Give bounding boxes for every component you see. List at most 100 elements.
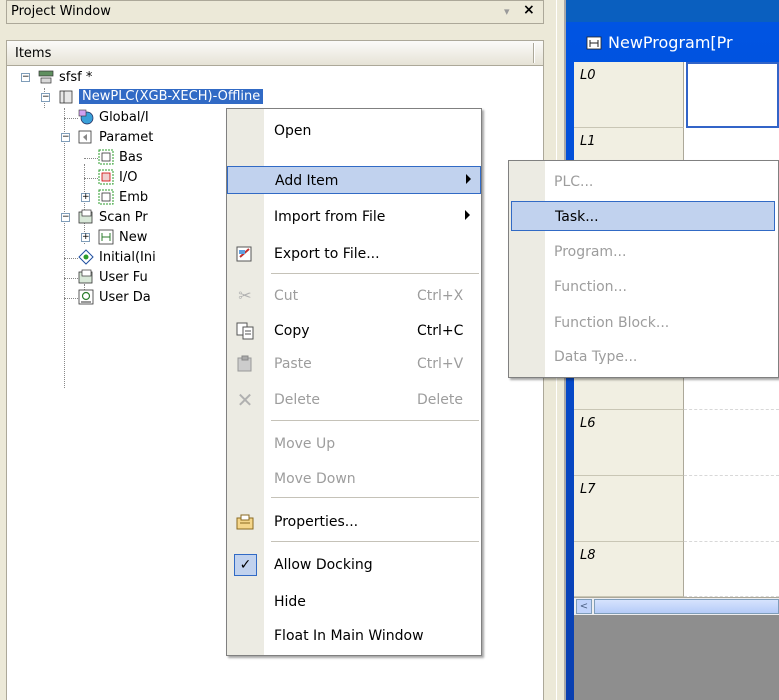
menu-label: Paste (274, 356, 312, 372)
menu-item-float-in-main-window[interactable]: Float In Main Window (227, 622, 481, 650)
collapse-icon[interactable]: − (61, 133, 70, 142)
menu-label: Move Down (274, 471, 356, 487)
tree-label: Global/I (99, 110, 149, 125)
tree-label: Initial(Ini (99, 250, 156, 265)
menu-label: Float In Main Window (274, 628, 424, 644)
editor-empty-area (574, 615, 779, 700)
scroll-left-button[interactable]: < (576, 599, 592, 614)
delete-icon: ✕ (236, 388, 254, 412)
menu-label: Function Block... (554, 315, 670, 331)
export-file-icon (236, 246, 252, 262)
tree-line (84, 178, 98, 179)
menu-item-open[interactable]: Open (227, 117, 481, 145)
line-number: L0 (574, 62, 684, 128)
embedded-param-icon (98, 189, 114, 205)
plc-icon (59, 90, 73, 104)
submenu-item-function-block[interactable]: Function Block... (511, 308, 775, 338)
horizontal-scrollbar[interactable]: < (574, 597, 779, 615)
menu-label: Export to File... (274, 246, 380, 262)
menu-item-properties[interactable]: Properties... (227, 508, 481, 536)
items-column-header[interactable]: Items (6, 40, 544, 66)
collapse-icon[interactable]: − (21, 73, 30, 82)
scroll-thumb[interactable] (594, 599, 779, 614)
menu-label: Copy (274, 323, 310, 339)
checkmark-icon: ✓ (234, 554, 257, 576)
menu-item-move-up[interactable]: Move Up (227, 430, 481, 458)
menu-shortcut: Ctrl+X (417, 288, 464, 304)
submenu-item-plc[interactable]: PLC... (511, 167, 775, 197)
add-item-submenu: PLC... Task... Program... Function... Fu… (508, 160, 779, 378)
pin-dropdown-icon[interactable]: ▾ (504, 5, 510, 18)
tree-label: Paramet (99, 130, 154, 145)
menu-label: Hide (274, 594, 306, 610)
submenu-item-program[interactable]: Program... (511, 237, 775, 267)
submenu-item-task[interactable]: Task... (511, 201, 775, 231)
tree-line (64, 278, 78, 279)
user-function-icon (78, 269, 93, 284)
menu-item-copy[interactable]: Copy Ctrl+C (227, 317, 481, 345)
expand-icon[interactable]: + (81, 193, 90, 202)
globe-icon (78, 109, 94, 125)
menu-item-export-to-file[interactable]: Export to File... (227, 240, 481, 268)
line-number: L7 (574, 476, 684, 542)
menu-separator (271, 273, 479, 274)
program-editor-icon (586, 36, 602, 50)
menu-item-paste[interactable]: Paste Ctrl+V (227, 350, 481, 378)
tree-label: User Fu (99, 270, 148, 285)
items-header-label: Items (15, 46, 52, 61)
ladder-cursor[interactable] (686, 62, 779, 128)
menu-label: Move Up (274, 436, 336, 452)
menu-item-allow-docking[interactable]: ✓ Allow Docking (227, 551, 481, 579)
menu-label: Allow Docking (274, 557, 373, 573)
menu-item-hide[interactable]: Hide (227, 588, 481, 616)
ladder-program-icon (98, 229, 114, 245)
menu-separator (271, 497, 479, 498)
submenu-item-data-type[interactable]: Data Type... (511, 342, 775, 372)
ladder-row[interactable] (684, 542, 779, 597)
close-icon[interactable]: × (523, 2, 535, 18)
menu-label: Open (274, 123, 312, 139)
tree-label-selected: NewPLC(XGB-XECH)-Offline (79, 89, 264, 104)
tree-line (64, 298, 78, 299)
column-separator[interactable] (533, 43, 535, 63)
submenu-item-function[interactable]: Function... (511, 272, 775, 302)
expand-icon[interactable]: + (81, 233, 90, 242)
menu-item-cut[interactable]: ✂ Cut Ctrl+X (227, 282, 481, 310)
collapse-icon[interactable]: − (61, 213, 70, 222)
menu-item-add-item[interactable]: Add Item (227, 166, 481, 194)
submenu-arrow-icon (465, 210, 470, 220)
tree-line (64, 118, 78, 119)
menu-shortcut: Ctrl+V (417, 356, 464, 372)
tree-line (64, 258, 78, 259)
menu-label: Delete (274, 392, 320, 408)
menu-item-delete[interactable]: ✕ Delete Delete (227, 386, 481, 414)
tree-label: Bas (119, 150, 143, 165)
menu-label: Task... (555, 209, 599, 225)
ladder-row[interactable] (684, 410, 779, 476)
menu-label: Import from File (274, 209, 386, 225)
tree-label: Scan Pr (99, 210, 148, 225)
line-number: L6 (574, 410, 684, 476)
menu-item-move-down[interactable]: Move Down (227, 465, 481, 493)
ladder-row[interactable] (684, 476, 779, 542)
menu-shortcut: Delete (417, 392, 463, 408)
paste-icon (237, 355, 252, 372)
line-number: L8 (574, 542, 684, 597)
tree-label: New (119, 230, 148, 245)
basic-param-icon (98, 149, 114, 165)
scan-program-icon (78, 209, 93, 224)
menu-label: Data Type... (554, 349, 638, 365)
collapse-icon[interactable]: − (41, 93, 50, 102)
menu-label: Add Item (275, 173, 339, 189)
menu-separator (271, 541, 479, 542)
project-icon (38, 70, 54, 84)
menu-label: Properties... (274, 514, 359, 530)
menu-label: PLC... (554, 174, 594, 190)
cut-icon: ✂ (238, 286, 252, 305)
tree-label: User Da (99, 290, 151, 305)
context-menu: Open Add Item Import from File Export to… (226, 108, 482, 656)
initial-task-icon (78, 249, 94, 265)
project-window-titlebar[interactable]: Project Window ▾ × (6, 0, 544, 24)
menu-item-import-from-file[interactable]: Import from File (227, 203, 481, 231)
tree-label: I/O (119, 170, 138, 185)
